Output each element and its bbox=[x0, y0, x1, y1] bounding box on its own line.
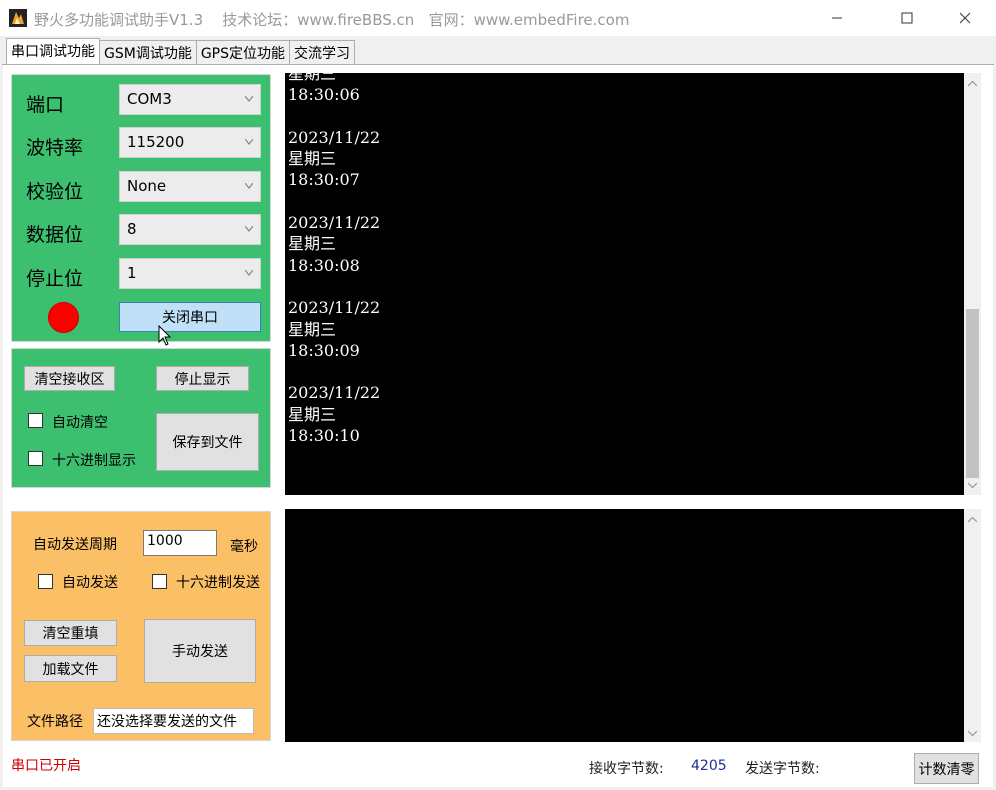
tab-community[interactable]: 交流学习 bbox=[289, 40, 356, 64]
port-select[interactable]: COM3 bbox=[119, 84, 261, 115]
tab-gps[interactable]: GPS定位功能 bbox=[195, 40, 291, 64]
baud-select[interactable]: 115200 bbox=[119, 127, 261, 158]
close-button[interactable] bbox=[942, 0, 988, 36]
receive-line bbox=[288, 276, 380, 297]
hex-send-label: 十六进制发送 bbox=[176, 575, 260, 591]
scroll-up-icon[interactable] bbox=[968, 81, 977, 87]
period-label: 自动发送周期 bbox=[33, 537, 117, 553]
scrollbar-thumb[interactable] bbox=[966, 309, 979, 478]
minimize-button[interactable] bbox=[814, 0, 860, 36]
stopbits-select[interactable]: 1 bbox=[119, 258, 261, 289]
hex-send-checkbox[interactable] bbox=[152, 574, 167, 589]
period-input[interactable]: 1000 bbox=[143, 530, 217, 556]
title-bar: 野火多功能调试助手V1.3 技术论坛：www.fireBBS.cn 官网：www… bbox=[0, 0, 996, 36]
clear-send-button[interactable]: 清空重填 bbox=[24, 620, 117, 646]
window-title: 野火多功能调试助手V1.3 技术论坛：www.fireBBS.cn 官网：www… bbox=[34, 11, 630, 29]
scroll-up-icon[interactable] bbox=[968, 517, 977, 523]
receive-line: 18:30:06 bbox=[288, 85, 360, 105]
tab-bar: 串口调试功能 GSM调试功能 GPS定位功能 交流学习 bbox=[6, 38, 356, 64]
hex-display-label: 十六进制显示 bbox=[52, 453, 136, 469]
receive-line: 2023/11/22 bbox=[288, 127, 381, 147]
send-count-label: 发送字节数: bbox=[745, 761, 820, 777]
tab-divider bbox=[2, 64, 994, 65]
receive-line bbox=[288, 106, 380, 127]
chevron-down-icon bbox=[245, 226, 253, 232]
scroll-down-icon[interactable] bbox=[968, 730, 977, 736]
send-scrollbar[interactable] bbox=[964, 509, 981, 742]
tab-gsm[interactable]: GSM调试功能 bbox=[99, 40, 197, 64]
parity-select[interactable]: None bbox=[119, 171, 261, 202]
receive-line bbox=[288, 191, 380, 212]
receive-line: 星期三 bbox=[288, 319, 337, 339]
port-value: COM3 bbox=[127, 90, 172, 108]
tab-serial[interactable]: 串口调试功能 bbox=[6, 38, 100, 64]
recv-count-value: 4205 bbox=[691, 758, 727, 774]
stopbits-value: 1 bbox=[127, 264, 137, 282]
receive-text: 星期三 18:30:06 2023/11/22 星期三 18:30:07 2023/1… bbox=[288, 73, 380, 446]
manual-send-button[interactable]: 手动发送 bbox=[144, 619, 256, 683]
load-file-button[interactable]: 加载文件 bbox=[24, 655, 117, 682]
hex-display-checkbox[interactable] bbox=[28, 451, 43, 466]
mouse-cursor-icon bbox=[158, 325, 172, 346]
baud-value: 115200 bbox=[127, 133, 185, 151]
port-status-indicator bbox=[48, 302, 79, 333]
port-status-text: 串口已开启 bbox=[11, 758, 81, 774]
receive-area[interactable]: 星期三 18:30:06 2023/11/22 星期三 18:30:07 2023/1… bbox=[285, 73, 964, 495]
stopbits-label: 停止位 bbox=[26, 268, 84, 290]
file-path-label: 文件路径 bbox=[27, 714, 83, 730]
send-area[interactable] bbox=[285, 509, 964, 742]
minimize-icon bbox=[832, 17, 842, 19]
receive-line: 18:30:07 bbox=[288, 170, 360, 190]
chevron-down-icon bbox=[245, 270, 253, 276]
auto-clear-checkbox[interactable] bbox=[28, 413, 43, 428]
parity-value: None bbox=[127, 177, 167, 195]
chevron-down-icon bbox=[245, 139, 253, 145]
file-path-field[interactable]: 还没选择要发送的文件 bbox=[93, 708, 254, 734]
receive-line: 2023/11/22 bbox=[288, 383, 381, 403]
auto-clear-label: 自动清空 bbox=[52, 415, 108, 431]
maximize-button[interactable] bbox=[884, 0, 930, 36]
receive-line: 18:30:08 bbox=[288, 255, 360, 275]
chevron-down-icon bbox=[245, 96, 253, 102]
receive-scrollbar[interactable] bbox=[964, 73, 981, 495]
receive-line: 2023/11/22 bbox=[288, 213, 381, 233]
clear-receive-button[interactable]: 清空接收区 bbox=[24, 366, 115, 391]
receive-line: 星期三 bbox=[288, 149, 337, 169]
recv-count-label: 接收字节数: bbox=[589, 761, 664, 777]
app-icon bbox=[9, 9, 27, 27]
toggle-port-button[interactable]: 关闭串口 bbox=[119, 302, 261, 332]
baud-label: 波特率 bbox=[26, 137, 84, 159]
receive-line: 星期三 bbox=[288, 73, 337, 83]
receive-line: 18:30:10 bbox=[288, 426, 360, 446]
period-unit: 毫秒 bbox=[230, 539, 258, 555]
receive-line: 星期三 bbox=[288, 234, 337, 254]
databits-label: 数据位 bbox=[26, 224, 84, 246]
chevron-down-icon bbox=[245, 183, 253, 189]
receive-line bbox=[288, 361, 380, 382]
auto-send-checkbox[interactable] bbox=[38, 574, 53, 589]
port-label: 端口 bbox=[26, 94, 65, 116]
receive-line: 18:30:09 bbox=[288, 340, 360, 360]
parity-label: 校验位 bbox=[26, 181, 84, 203]
databits-select[interactable]: 8 bbox=[119, 214, 261, 245]
databits-value: 8 bbox=[127, 220, 137, 238]
stop-display-button[interactable]: 停止显示 bbox=[156, 366, 249, 391]
save-to-file-button[interactable]: 保存到文件 bbox=[156, 413, 259, 471]
maximize-icon bbox=[901, 12, 913, 24]
close-icon bbox=[959, 12, 971, 24]
reset-count-button[interactable]: 计数清零 bbox=[914, 753, 979, 784]
scroll-down-icon[interactable] bbox=[968, 482, 977, 488]
receive-line: 2023/11/22 bbox=[288, 298, 381, 318]
receive-line: 星期三 bbox=[288, 404, 337, 424]
auto-send-label: 自动发送 bbox=[62, 575, 118, 591]
